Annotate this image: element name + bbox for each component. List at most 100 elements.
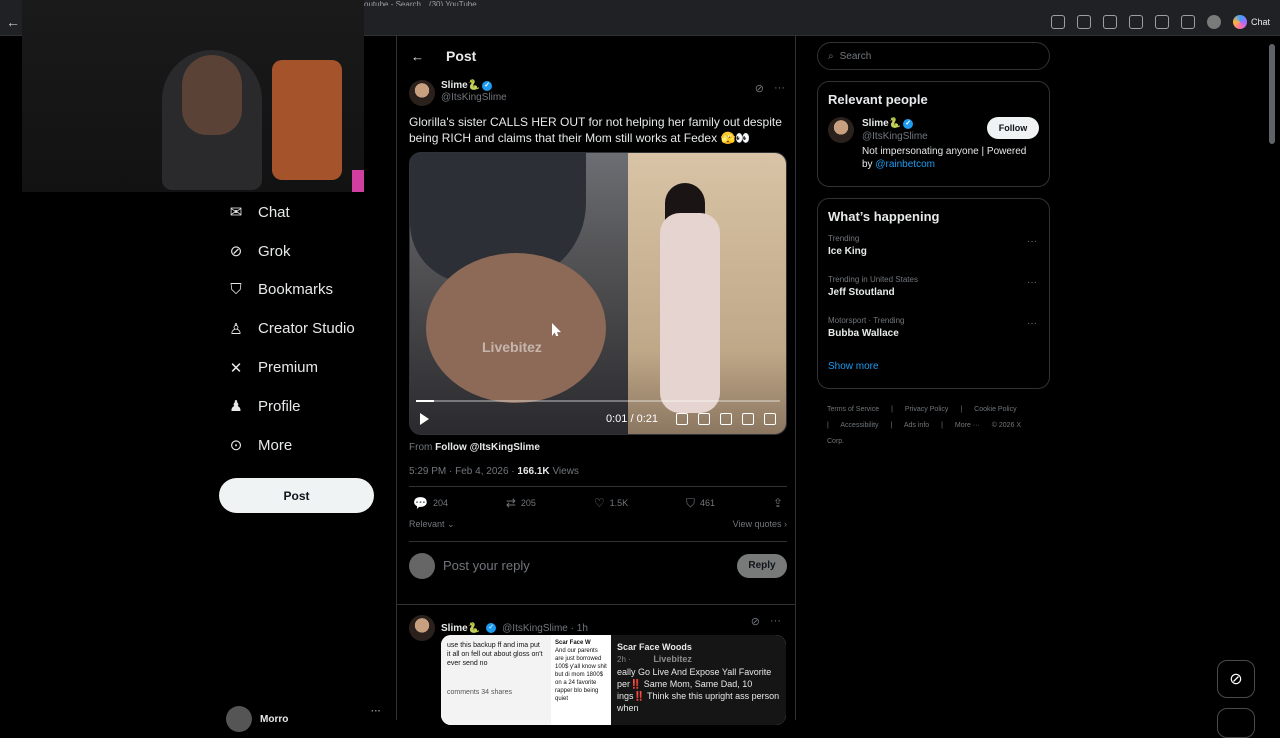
- nav-item-grok[interactable]: ⊘ Grok: [219, 232, 379, 271]
- browser-tab[interactable]: (30) YouTube: [429, 0, 477, 6]
- reply-icon: 💬: [413, 496, 428, 510]
- reply-tweet[interactable]: Slime🐍 ✓ @ItsKingSlime · 1h ⊘ ··· use th…: [397, 604, 795, 725]
- search-icon: ⌕: [828, 50, 834, 62]
- screenshot-text: eally Go Live And Expose Yall Favorite p…: [617, 667, 780, 713]
- share-icon: ⇪: [772, 496, 783, 510]
- like-stat[interactable]: ♡ 1.5K: [594, 496, 628, 510]
- footer-link[interactable]: More ···: [955, 422, 980, 429]
- footer-link[interactable]: Terms of Service: [827, 406, 879, 413]
- tweet-image[interactable]: use this backup ff and ima put it all on…: [441, 635, 786, 725]
- nav-label: Premium: [258, 359, 319, 377]
- trend-name: Bubba Wallace: [828, 328, 899, 339]
- avatar[interactable]: [409, 615, 435, 641]
- more-dots-icon[interactable]: ···: [770, 615, 781, 628]
- grok-floating-icon[interactable]: ⊘: [1217, 660, 1255, 698]
- relevant-person: Slime🐍 ✓ @ItsKingSlime Not impersonating…: [828, 117, 1039, 171]
- video-progress-bar[interactable]: [416, 400, 780, 402]
- video-watermark: Livebitez: [482, 339, 542, 355]
- display-name-text: Slime🐍: [441, 80, 481, 91]
- footer-separator: |: [941, 422, 943, 429]
- sort-dropdown[interactable]: Relevant ⌄: [409, 519, 455, 533]
- tweet-stats: 💬 204 ⇄ 205 ♡ 1.5K ⛉ 461 ⇪: [409, 487, 787, 519]
- nav-item-chat[interactable]: ✉ Chat: [219, 193, 379, 232]
- repost-stat[interactable]: ⇄ 205: [506, 496, 536, 510]
- favorites-icon[interactable]: [1180, 15, 1195, 29]
- bookmark-stat[interactable]: ⛉ 461: [686, 496, 715, 511]
- copilot-button[interactable]: Chat: [1232, 15, 1270, 29]
- handle[interactable]: @ItsKingSlime · 1h: [502, 623, 588, 634]
- share-stat[interactable]: ⇪: [773, 496, 783, 510]
- screenshot-panel: use this backup ff and ima put it all on…: [441, 635, 551, 725]
- browser-toolbar-icons: Chat: [1050, 15, 1270, 29]
- grok-explain-icon[interactable]: ⊘: [755, 82, 764, 95]
- search-placeholder: Search: [839, 50, 872, 62]
- refresh-icon[interactable]: [1128, 15, 1143, 29]
- captions-icon[interactable]: [676, 413, 688, 425]
- show-more-link[interactable]: Show more: [828, 361, 1039, 372]
- footer-link[interactable]: Cookie Policy: [974, 406, 1016, 413]
- nav-item-creator-studio[interactable]: ♙ Creator Studio: [219, 309, 379, 348]
- profile-avatar-icon[interactable]: [1206, 15, 1221, 29]
- fullscreen-icon[interactable]: [764, 413, 776, 425]
- read-aloud-icon[interactable]: [1076, 15, 1091, 29]
- webcam-person: [182, 55, 242, 135]
- bio-link[interactable]: @rainbetcom: [875, 159, 935, 170]
- settings-gear-icon[interactable]: [720, 413, 732, 425]
- more-dots-icon[interactable]: ···: [774, 82, 785, 95]
- views-label: Views: [552, 466, 579, 477]
- nav-item-premium[interactable]: ✕ Premium: [219, 348, 379, 387]
- view-quotes-link[interactable]: View quotes ›: [733, 519, 787, 533]
- reply-button[interactable]: Reply: [737, 553, 787, 578]
- reply-input[interactable]: Post your reply: [443, 558, 729, 573]
- footer-link[interactable]: Privacy Policy: [905, 406, 949, 413]
- relevant-people-card: Relevant people Slime🐍 ✓ @ItsKingSlime N…: [817, 81, 1050, 187]
- display-name-text: Slime🐍: [862, 118, 902, 129]
- search-input[interactable]: ⌕ Search: [817, 42, 1050, 70]
- footer-link[interactable]: Ads info: [904, 422, 929, 429]
- page-scrollbar[interactable]: [1269, 44, 1275, 144]
- play-icon[interactable]: [420, 413, 429, 425]
- tweet-text: Glorilla's sister CALLS HER OUT for not …: [409, 115, 782, 145]
- follow-button[interactable]: Follow: [987, 117, 1039, 139]
- nav-item-bookmarks[interactable]: ⛉ Bookmarks: [219, 271, 379, 310]
- avatar[interactable]: [409, 80, 435, 106]
- video-controls: 0:01 / 0:21: [410, 404, 786, 434]
- account-switcher[interactable]: Morro ···: [226, 706, 381, 732]
- video-player[interactable]: Livebitez 0:01 / 0:21: [409, 152, 787, 435]
- screenshot-footer: comments 34 shares: [447, 689, 512, 696]
- nav-item-more[interactable]: ⊙ More: [219, 426, 379, 465]
- browser-tab[interactable]: youtube - Search: [360, 0, 421, 6]
- video-progress-fill: [416, 400, 435, 402]
- trend-item[interactable]: Trending Ice King ···: [828, 234, 1039, 275]
- mute-icon[interactable]: [698, 413, 710, 425]
- footer-link[interactable]: Accessibility: [840, 422, 878, 429]
- avatar[interactable]: [828, 117, 854, 143]
- pip-icon[interactable]: [742, 413, 754, 425]
- screenshot-name: Scar Face W: [555, 640, 591, 646]
- handle[interactable]: @ItsKingSlime: [441, 92, 507, 104]
- display-name[interactable]: Slime🐍 ✓: [441, 80, 507, 92]
- browser-back-icon[interactable]: ←: [6, 14, 20, 30]
- compose-post-button[interactable]: Post: [219, 478, 374, 513]
- favorite-star-icon[interactable]: [1102, 15, 1117, 29]
- reply-stat[interactable]: 💬 204: [413, 496, 448, 510]
- app-available-icon[interactable]: [1050, 15, 1065, 29]
- left-navigation: ✉ Chat ⊘ Grok ⛉ Bookmarks ♙ Creator Stud…: [219, 193, 379, 465]
- trend-item[interactable]: Trending in United States Jeff Stoutland…: [828, 275, 1039, 316]
- tweet-actions-top: ⊘ ···: [751, 615, 781, 628]
- messages-floating-icon[interactable]: [1217, 708, 1255, 738]
- timestamp[interactable]: 5:29 PM · Feb 4, 2026 ·: [409, 466, 515, 477]
- nav-label: Bookmarks: [258, 281, 334, 299]
- bookmark-count: 461: [700, 498, 716, 508]
- from-follow-link[interactable]: Follow @ItsKingSlime: [435, 442, 540, 453]
- display-name[interactable]: Slime🐍: [441, 623, 480, 634]
- bookmark-icon: ⛉: [230, 281, 242, 299]
- grok-explain-icon[interactable]: ⊘: [751, 615, 760, 628]
- extensions-icon[interactable]: [1154, 15, 1169, 29]
- back-arrow-icon[interactable]: ←: [411, 49, 424, 64]
- more-dots-icon[interactable]: ···: [1027, 318, 1037, 329]
- more-dots-icon[interactable]: ···: [1027, 236, 1037, 247]
- more-dots-icon[interactable]: ···: [1027, 277, 1037, 288]
- nav-item-profile[interactable]: ♟ Profile: [219, 387, 379, 426]
- trend-item[interactable]: Motorsport · Trending Bubba Wallace ···: [828, 316, 1039, 357]
